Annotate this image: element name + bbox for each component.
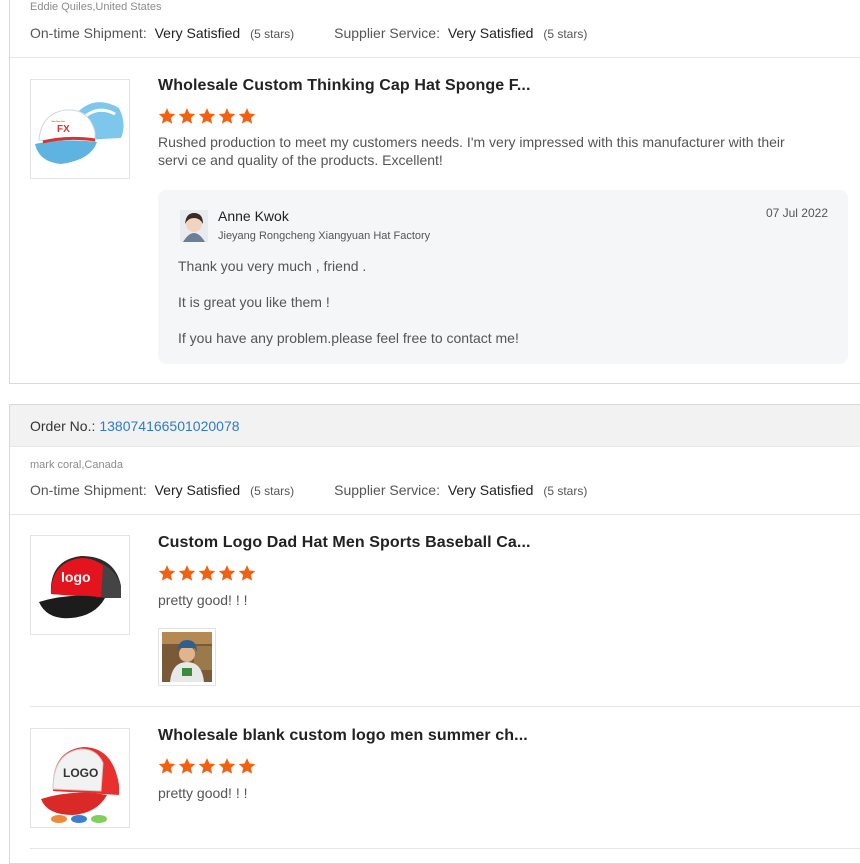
star-rating [158, 564, 256, 582]
star-icon [158, 565, 176, 581]
replier-company: Jieyang Rongcheng Xiangyuan Hat Factory [218, 230, 431, 242]
cap-image: LOGO [41, 747, 119, 823]
star-icon [198, 758, 216, 774]
star-rating [158, 757, 256, 775]
review-text: pretty good! ! ! [158, 785, 248, 801]
replier-name: Anne Kwok [218, 208, 289, 224]
divider [10, 57, 860, 58]
cap-image: FX ~~~ [35, 102, 124, 164]
product-title-link[interactable]: Wholesale blank custom logo men summer c… [158, 727, 528, 745]
supplier-reply: Anne Kwok Jieyang Rongcheng Xiangyuan Ha… [158, 190, 848, 364]
divider [10, 514, 860, 515]
product-thumbnail[interactable]: logo [30, 535, 130, 635]
reply-line: Thank you very much , friend . [178, 258, 367, 274]
order-label: Order No.: [30, 417, 96, 434]
shipment-rating: On-time Shipment: Very Satisfied (5 star… [30, 482, 295, 498]
order-number-link[interactable]: 138074166501020078 [99, 418, 239, 434]
star-icon [218, 565, 236, 581]
cap-image: logo [39, 556, 121, 619]
product-thumbnail[interactable]: LOGO [30, 728, 130, 828]
star-icon [178, 108, 196, 124]
star-icon [178, 758, 196, 774]
review-text: Rushed production to meet my customers n… [158, 134, 785, 168]
buyer-info: Eddie Quiles,United States [30, 1, 162, 13]
star-icon [238, 758, 256, 774]
divider [30, 706, 860, 707]
product-thumbnail[interactable]: FX ~~~ [30, 79, 130, 179]
reply-line: If you have any problem.please feel free… [178, 330, 519, 346]
svg-text:LOGO: LOGO [63, 766, 98, 780]
review-photo-image [162, 632, 212, 682]
star-icon [198, 565, 216, 581]
buyer-info: mark coral,Canada [30, 459, 123, 471]
supplier-ratings: On-time Shipment: Very Satisfied (5 star… [30, 482, 627, 498]
star-icon [238, 565, 256, 581]
supplier-ratings: On-time Shipment: Very Satisfied (5 star… [30, 25, 627, 41]
order-bar: Order No.: 138074166501020078 [10, 405, 860, 447]
shipment-rating: On-time Shipment: Very Satisfied (5 star… [30, 25, 295, 41]
reply-date: 07 Jul 2022 [765, 206, 828, 220]
star-icon [198, 108, 216, 124]
svg-text:logo: logo [61, 569, 91, 585]
star-icon [158, 758, 176, 774]
star-icon [158, 108, 176, 124]
product-title-link[interactable]: Custom Logo Dad Hat Men Sports Baseball … [158, 534, 531, 552]
avatar [180, 210, 208, 242]
svg-text:~~~: ~~~ [51, 117, 65, 126]
review-card: Eddie Quiles,United States On-time Shipm… [9, 0, 860, 384]
star-icon [238, 108, 256, 124]
review-card: Order No.: 138074166501020078 mark coral… [9, 404, 860, 864]
product-title-link[interactable]: Wholesale Custom Thinking Cap Hat Sponge… [158, 77, 531, 95]
star-icon [178, 565, 196, 581]
star-rating [158, 107, 256, 125]
review-photo[interactable] [158, 628, 216, 686]
review-text: pretty good! ! ! [158, 592, 248, 608]
star-icon [218, 758, 236, 774]
service-rating: Supplier Service: Very Satisfied (5 star… [334, 25, 588, 41]
reply-line: It is great you like them ! [178, 294, 330, 310]
star-icon [218, 108, 236, 124]
service-rating: Supplier Service: Very Satisfied (5 star… [334, 482, 588, 498]
